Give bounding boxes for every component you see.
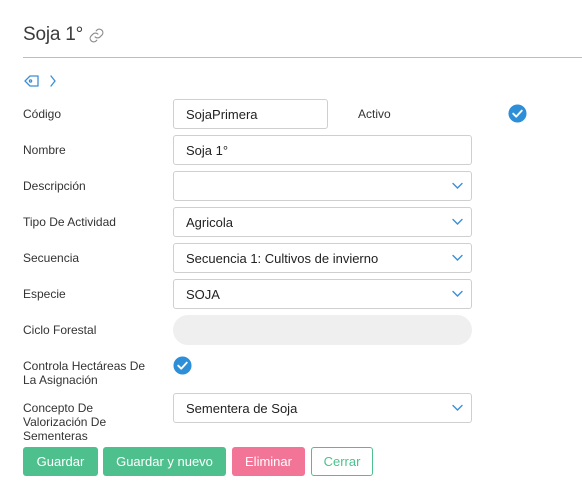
tipo-select[interactable]: Agricola (173, 207, 472, 237)
controla-label: Controla Hectáreas De La Asignación (23, 359, 145, 387)
delete-button[interactable]: Eliminar (232, 447, 305, 476)
controla-label-line1: Controla Hectáreas De (23, 359, 146, 373)
descripcion-label: Descripción (23, 179, 86, 193)
chevron-down-icon (452, 182, 463, 189)
tag-bar (24, 74, 57, 88)
page-title: Soja 1° (23, 24, 84, 45)
title-row: Soja 1° (23, 24, 105, 46)
nombre-input[interactable]: Soja 1° (173, 135, 472, 165)
tag-icon[interactable] (24, 74, 40, 88)
chevron-down-icon (452, 218, 463, 225)
chevron-down-icon (452, 254, 463, 261)
nombre-value: Soja 1° (186, 142, 229, 158)
ciclo-label: Ciclo Forestal (23, 323, 97, 337)
chevron-down-icon (452, 290, 463, 297)
title-divider (23, 57, 582, 58)
concepto-label: Concepto De Valorización De Sementeras (23, 401, 106, 443)
link-icon[interactable] (88, 27, 105, 44)
chevron-right-icon[interactable] (49, 75, 57, 87)
concepto-label-line1: Concepto De (23, 401, 94, 415)
secuencia-label: Secuencia (23, 251, 80, 265)
nombre-label: Nombre (23, 143, 66, 157)
concepto-select[interactable]: Sementera de Soja (173, 393, 472, 423)
controla-label-line2: La Asignación (23, 373, 98, 387)
close-button[interactable]: Cerrar (311, 447, 373, 476)
especie-value: SOJA (186, 286, 220, 302)
concepto-label-line2: Valorización De (23, 415, 107, 429)
codigo-input[interactable]: SojaPrimera (173, 99, 328, 129)
secuencia-value: Secuencia 1: Cultivos de invierno (186, 250, 379, 266)
descripcion-select[interactable] (173, 171, 472, 201)
save-and-new-button[interactable]: Guardar y nuevo (103, 447, 226, 476)
controla-check-circle-icon[interactable] (173, 356, 192, 375)
ciclo-input (173, 315, 472, 345)
tipo-label: Tipo De Actividad (23, 215, 116, 229)
especie-select[interactable]: SOJA (173, 279, 472, 309)
activo-label: Activo (358, 107, 391, 121)
concepto-label-line3: Sementeras (23, 429, 88, 443)
save-button[interactable]: Guardar (23, 447, 98, 476)
especie-label: Especie (23, 287, 66, 301)
codigo-value: SojaPrimera (186, 106, 258, 122)
chevron-down-icon (452, 404, 463, 411)
tipo-value: Agricola (186, 214, 233, 230)
activo-check-circle-icon[interactable] (508, 104, 527, 123)
secuencia-select[interactable]: Secuencia 1: Cultivos de invierno (173, 243, 472, 273)
concepto-value: Sementera de Soja (186, 400, 298, 416)
codigo-label: Código (23, 107, 62, 121)
